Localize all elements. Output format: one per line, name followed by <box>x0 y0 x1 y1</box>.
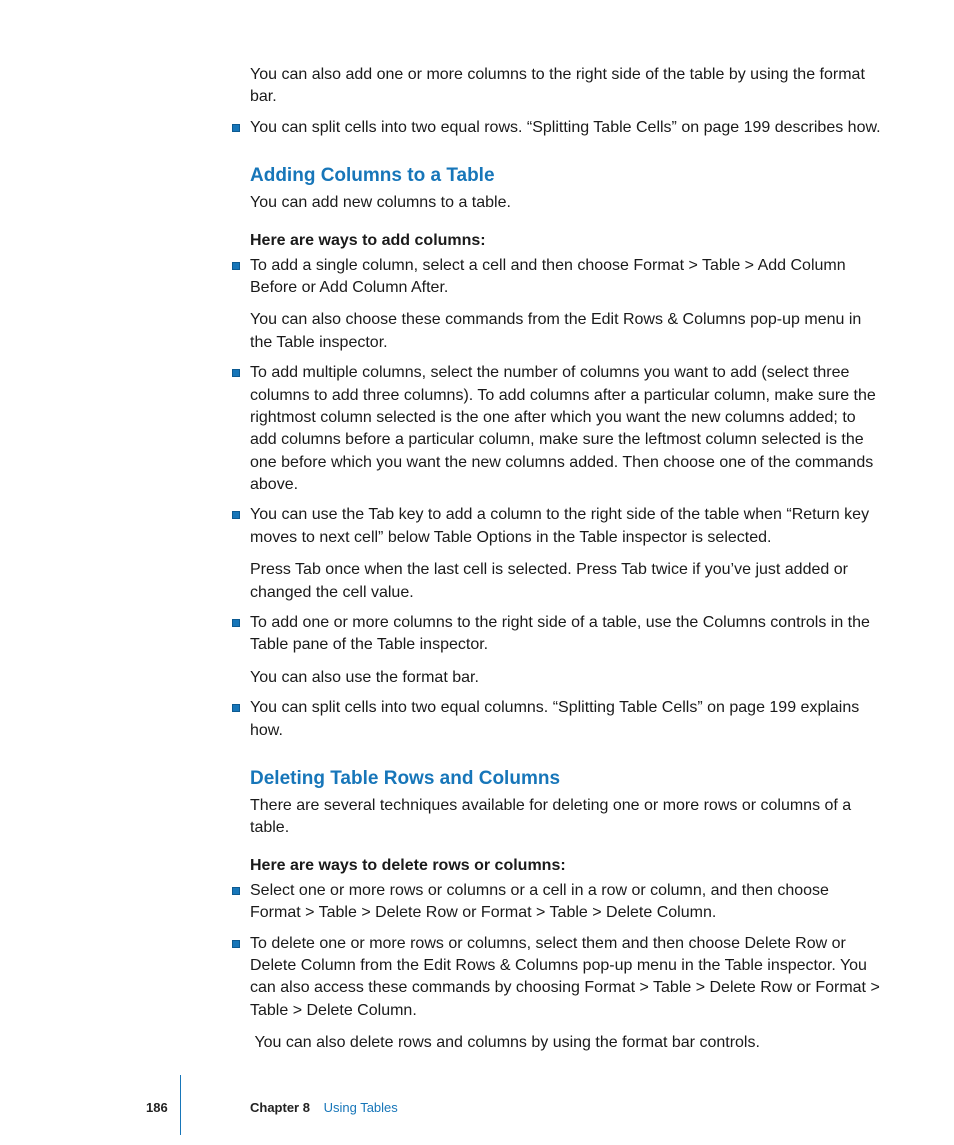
list-item: Select one or more rows or columns or a … <box>232 880 883 925</box>
list-item: To add a single column, select a cell an… <box>232 255 883 355</box>
procedure-label: Here are ways to add columns: <box>250 230 883 252</box>
list-item: To add one or more columns to the right … <box>232 612 883 689</box>
intro-list: You can split cells into two equal rows.… <box>232 117 883 139</box>
page-number: 186 <box>146 1100 168 1115</box>
list-item: You can split cells into two equal colum… <box>232 697 883 742</box>
chapter-ref: Chapter 8 Using Tables <box>250 1100 398 1115</box>
chapter-label: Chapter 8 <box>250 1100 310 1115</box>
page-body: You can also add one or more columns to … <box>0 0 954 1054</box>
list-text: To add multiple columns, select the numb… <box>250 364 876 493</box>
list-text: You can use the Tab key to add a column … <box>250 506 869 545</box>
list-text: To delete one or more rows or columns, s… <box>250 935 880 1019</box>
list-text: Select one or more rows or columns or a … <box>250 882 829 921</box>
list-subtext: You can also delete rows and columns by … <box>250 1032 883 1054</box>
list-subtext: Press Tab once when the last cell is sel… <box>250 559 883 604</box>
list-item: To add multiple columns, select the numb… <box>232 362 883 496</box>
intro-paragraph: You can also add one or more columns to … <box>250 64 883 109</box>
footer-rule <box>180 1075 181 1135</box>
add-columns-list: To add a single column, select a cell an… <box>232 255 883 742</box>
section-subtext: There are several techniques available f… <box>250 795 883 840</box>
list-text: To add a single column, select a cell an… <box>250 257 846 296</box>
chapter-title: Using Tables <box>324 1100 398 1115</box>
section-heading-deleting-rows-columns: Deleting Table Rows and Columns <box>250 766 883 793</box>
list-subtext: You can also use the format bar. <box>250 667 883 689</box>
list-item: You can use the Tab key to add a column … <box>232 504 883 604</box>
procedure-label: Here are ways to delete rows or columns: <box>250 855 883 877</box>
delete-rows-cols-list: Select one or more rows or columns or a … <box>232 880 883 1055</box>
section-subtext: You can add new columns to a table. <box>250 192 883 214</box>
list-item: To delete one or more rows or columns, s… <box>232 933 883 1055</box>
section-heading-adding-columns: Adding Columns to a Table <box>250 163 883 190</box>
list-subtext: You can also choose these commands from … <box>250 309 883 354</box>
list-text: To add one or more columns to the right … <box>250 614 870 653</box>
list-item: You can split cells into two equal rows.… <box>232 117 883 139</box>
list-text: You can split cells into two equal colum… <box>250 699 859 738</box>
